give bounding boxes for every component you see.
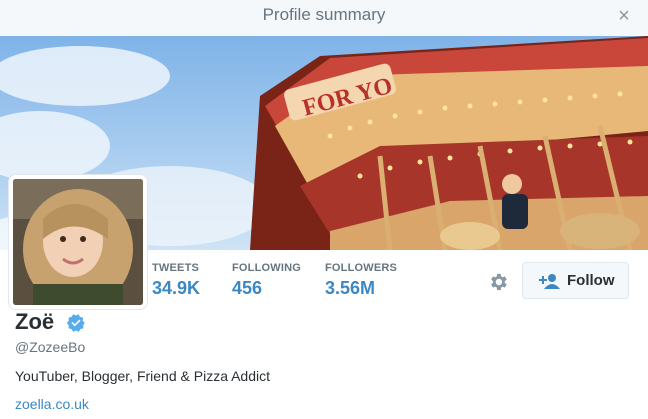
gear-icon [491, 273, 507, 291]
modal-title: Profile summary [262, 5, 386, 24]
follow-button-label: Follow [567, 272, 615, 289]
profile-bio: YouTuber, Blogger, Friend & Pizza Addict [15, 368, 271, 384]
avatar[interactable] [9, 175, 147, 309]
stat-value: 456 [232, 278, 263, 298]
profile-name[interactable]: Zoë [15, 309, 54, 335]
stat-label: TWEETS [152, 262, 200, 274]
stat-value: 34.9K [152, 278, 201, 298]
stat-following[interactable]: FOLLOWING 456 [232, 262, 301, 299]
stat-label: FOLLOWERS [325, 262, 398, 274]
avatar-photo [13, 179, 143, 305]
verified-badge-icon [66, 314, 85, 332]
follow-button[interactable]: Follow [522, 262, 629, 299]
profile-url-link[interactable]: zoella.co.uk [15, 396, 89, 412]
stat-value: 3.56M [325, 278, 376, 298]
stat-tweets[interactable]: TWEETS 34.9K [152, 262, 200, 299]
close-button[interactable]: × [614, 6, 634, 26]
stat-followers[interactable]: FOLLOWERS 3.56M [325, 262, 397, 299]
profile-handle[interactable]: @ZozeeBo [15, 339, 85, 355]
close-icon: × [618, 5, 630, 27]
settings-button[interactable] [487, 271, 509, 293]
add-user-icon [539, 274, 560, 289]
stat-label: FOLLOWING [232, 262, 302, 274]
modal-header: Profile summary × [0, 0, 648, 37]
